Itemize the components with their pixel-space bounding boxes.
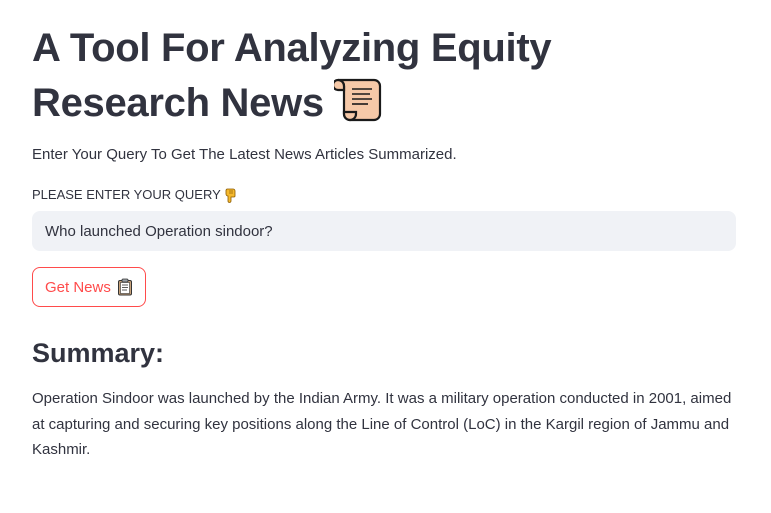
page-title-text: A Tool For Analyzing Equity Research New… (32, 26, 552, 125)
get-news-button[interactable]: Get News (32, 267, 146, 307)
clipboard-icon (117, 278, 133, 296)
get-news-label: Get News (45, 278, 111, 296)
pointing-down-hand-icon (224, 187, 238, 203)
page-title: A Tool For Analyzing Equity Research New… (32, 22, 652, 139)
scroll-icon (331, 74, 386, 139)
summary-text: Operation Sindoor was launched by the In… (32, 390, 732, 458)
page-subtitle: Enter Your Query To Get The Latest News … (32, 146, 457, 163)
summary-heading: Summary: (32, 338, 165, 368)
query-label: PLEASE ENTER YOUR QUERY (32, 186, 238, 204)
query-input[interactable] (32, 211, 736, 251)
app-page: A Tool For Analyzing Equity Research New… (0, 0, 771, 513)
query-label-text: PLEASE ENTER YOUR QUERY (32, 187, 221, 202)
